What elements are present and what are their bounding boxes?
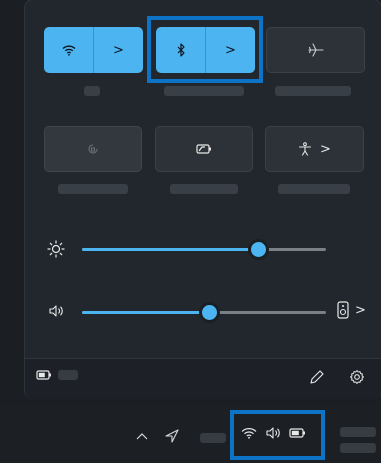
- taskbar-date: [340, 443, 376, 453]
- audio-output-icon: [337, 301, 349, 319]
- battery-icon: [36, 370, 52, 380]
- brightness-slider-thumb[interactable]: [251, 242, 266, 257]
- wifi-icon: [62, 44, 76, 56]
- volume-slider-fill: [82, 311, 209, 314]
- bluetooth-tile[interactable]: >: [156, 27, 255, 73]
- bluetooth-expand-button[interactable]: >: [205, 27, 255, 73]
- location-arrow-icon[interactable]: [164, 428, 180, 444]
- volume-slider-thumb[interactable]: [202, 305, 217, 320]
- audio-output-button[interactable]: >: [337, 301, 366, 319]
- volume-slider[interactable]: [82, 305, 326, 320]
- battery-saver-icon: [196, 144, 212, 154]
- airplane-tile-label: [275, 86, 351, 96]
- speaker-icon: [265, 426, 281, 440]
- quick-settings-footer: [25, 358, 381, 399]
- bluetooth-tile-label: [164, 86, 244, 96]
- wifi-tile-label: [84, 86, 100, 96]
- gear-icon[interactable]: [349, 369, 365, 385]
- wifi-icon: [241, 427, 257, 439]
- accessibility-icon: [298, 142, 312, 156]
- pencil-icon[interactable]: [309, 369, 325, 385]
- wifi-expand-button[interactable]: >: [93, 27, 143, 73]
- bluetooth-icon: [176, 43, 186, 57]
- accessibility-tile[interactable]: >: [265, 126, 364, 172]
- taskbar: [0, 405, 381, 463]
- taskbar-language[interactable]: [200, 433, 226, 443]
- rotation-lock-tile[interactable]: [44, 126, 142, 172]
- airplane-icon: [307, 43, 324, 57]
- rotation-lock-icon: [86, 142, 100, 156]
- chevron-right-icon: >: [113, 42, 124, 58]
- brightness-slider-fill: [82, 248, 258, 251]
- rotation-lock-label: [58, 184, 128, 194]
- bluetooth-toggle[interactable]: [156, 27, 205, 73]
- battery-saver-tile[interactable]: [155, 126, 253, 172]
- chevron-up-icon[interactable]: [136, 432, 148, 440]
- system-tray[interactable]: [241, 426, 307, 440]
- wifi-tile[interactable]: >: [44, 27, 143, 73]
- battery-percentage: [58, 370, 78, 380]
- wifi-toggle[interactable]: [44, 27, 93, 73]
- brightness-icon: [47, 240, 65, 258]
- taskbar-clock[interactable]: [340, 427, 376, 437]
- battery-icon: [289, 428, 307, 438]
- brightness-slider[interactable]: [82, 242, 326, 257]
- chevron-right-icon: >: [355, 302, 366, 318]
- speaker-icon[interactable]: [48, 304, 64, 318]
- accessibility-label: [278, 184, 350, 194]
- battery-status[interactable]: [36, 370, 78, 380]
- chevron-right-icon: >: [320, 141, 331, 157]
- airplane-mode-tile[interactable]: [266, 27, 365, 73]
- chevron-right-icon: >: [225, 42, 236, 58]
- battery-saver-label: [170, 184, 238, 194]
